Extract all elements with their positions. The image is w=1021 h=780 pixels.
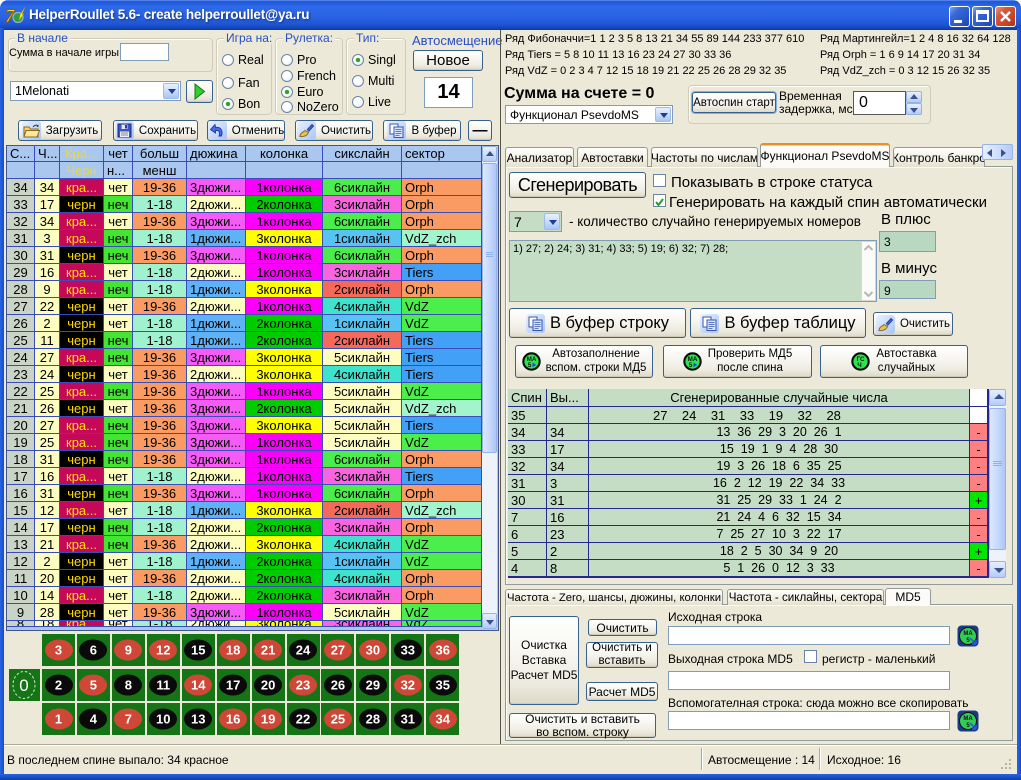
svg-text:МА: МА xyxy=(963,716,973,722)
svg-text:5: 5 xyxy=(527,362,531,369)
svg-text:7: 7 xyxy=(5,6,16,26)
svg-text:0: 0 xyxy=(19,676,28,695)
svg-text:5: 5 xyxy=(689,362,693,369)
svg-text:Ч: Ч xyxy=(858,362,862,369)
svg-text:МА: МА xyxy=(963,631,973,637)
